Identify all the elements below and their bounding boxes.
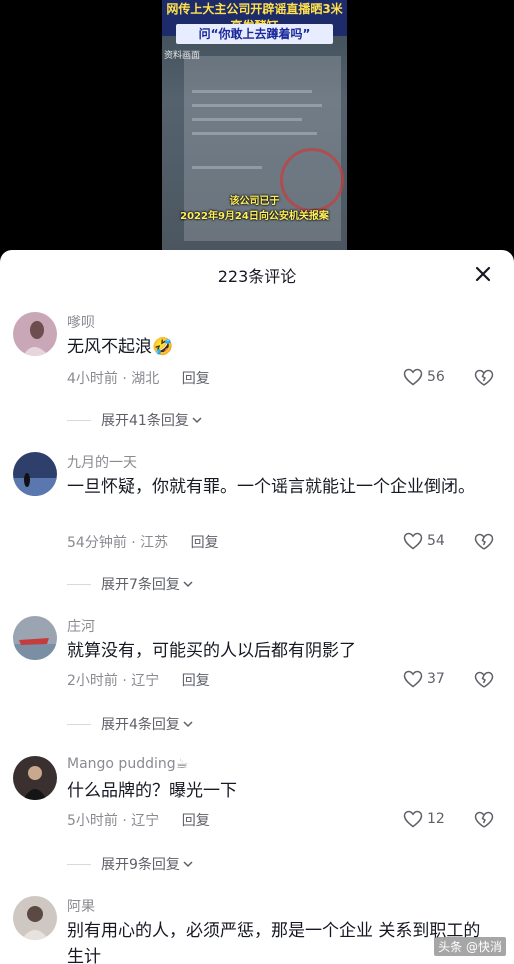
like-count: 37 [427,671,445,687]
reply-button[interactable]: 回复 [182,371,210,387]
expand-replies-button[interactable]: 展开9条回复 [67,854,194,874]
chevron-down-icon [192,417,202,424]
comment-username[interactable]: 阿果 [67,896,95,916]
video-player[interactable]: 网传上大主公司开辟谣直播晒3米高发酵缸 问“你敢上去蹲着吗” 资料画面 该公司已… [0,0,514,262]
comment-text: 一旦怀疑，你就有罪。一个谣言就能让一个企业倒闭。 [67,477,475,497]
doc-line [192,118,302,121]
expand-replies-button[interactable]: 展开7条回复 [67,574,194,594]
video-subtitle: 问“你敢上去蹲着吗” [176,24,333,44]
avatar[interactable] [13,896,57,940]
like-button[interactable]: 54 [403,530,445,552]
expand-label: 展开4条回复 [101,717,180,733]
comment-text: 就算没有，可能买的人以后都有阴影了 [67,641,356,661]
heart-icon [403,532,423,550]
reply-button[interactable]: 回复 [182,813,210,829]
doc-line [192,166,262,169]
comment-count-title: 223条评论 [217,267,297,286]
like-button[interactable]: 37 [403,668,445,690]
broken-heart-icon[interactable] [474,368,494,388]
comment-meta: 5小时前 · 辽宁 回复 [67,810,210,830]
chevron-down-icon [183,581,193,588]
comment-meta: 54分钟前 · 江苏 回复 [67,532,219,552]
expand-label: 展开41条回复 [101,413,189,429]
comment-username[interactable]: Mango pudding☕ [67,756,188,772]
avatar[interactable] [13,616,57,660]
heart-icon [403,670,423,688]
like-count: 12 [427,811,445,827]
expand-replies-button[interactable]: 展开4条回复 [67,714,194,734]
comment-time-location: 5小时前 · 辽宁 [67,813,160,829]
watermark: 头条 @快消 [434,937,506,956]
caption-line: 2022年9月24日向公安机关报案 [180,211,329,222]
comment-text: 什么品牌的？曝光一下 [67,781,237,801]
video-frame: 网传上大主公司开辟谣直播晒3米高发酵缸 问“你敢上去蹲着吗” 资料画面 该公司已… [162,0,347,250]
like-button[interactable]: 12 [403,808,445,830]
comment-time-location: 4小时前 · 湖北 [67,371,160,387]
video-caption: 该公司已于 2022年9月24日向公安机关报案 [162,194,347,224]
like-button[interactable]: 56 [403,366,445,388]
avatar[interactable] [13,452,57,496]
comment-time-location: 2小时前 · 辽宁 [67,673,160,689]
doc-line [192,132,317,135]
comment-text: 别有用心的人，必须严惩，那是一个企业 关系到职工的生计 [67,921,481,964]
comment-item: 庄河 就算没有，可能买的人以后都有阴影了 2小时前 · 辽宁 回复 37 展开4… [0,614,514,739]
divider [67,863,91,865]
doc-line [192,104,322,107]
broken-heart-icon[interactable] [474,670,494,690]
doc-label: 资料画面 [164,51,201,61]
broken-heart-icon[interactable] [474,532,494,552]
comment-meta: 4小时前 · 湖北 回复 [67,368,210,388]
comment-username[interactable]: 九月的一天 [67,452,137,472]
comment-item: 九月的一天 一旦怀疑，你就有罪。一个谣言就能让一个企业倒闭。 54分钟前 · 江… [0,450,514,600]
chevron-down-icon [183,861,193,868]
comment-meta: 2小时前 · 辽宁 回复 [67,670,210,690]
comment-item: Mango pudding☕ 什么品牌的？曝光一下 5小时前 · 辽宁 回复 1… [0,754,514,879]
divider [67,419,91,421]
broken-heart-icon[interactable] [474,810,494,830]
reply-button[interactable]: 回复 [191,535,219,551]
divider [67,583,91,585]
comment-time-location: 54分钟前 · 江苏 [67,535,169,551]
avatar[interactable] [13,756,57,800]
doc-line [192,90,312,93]
reply-button[interactable]: 回复 [182,673,210,689]
chevron-down-icon [183,721,193,728]
comment-item: 嗲呗 无风不起浪🤣 4小时前 · 湖北 回复 56 展开41条回复 [0,310,514,435]
close-icon[interactable] [472,263,494,285]
comments-sheet: 223条评论 嗲呗 无风不起浪🤣 4小时前 · 湖北 回复 56 展开41条回复 [0,250,514,964]
avatar[interactable] [13,312,57,356]
like-count: 56 [427,369,445,385]
expand-label: 展开9条回复 [101,857,180,873]
expand-replies-button[interactable]: 展开41条回复 [67,410,203,430]
comment-username[interactable]: 嗲呗 [67,312,95,332]
divider [67,723,91,725]
sheet-header: 223条评论 [0,250,514,298]
heart-icon [403,368,423,386]
heart-icon [403,810,423,828]
expand-label: 展开7条回复 [101,577,180,593]
comment-text: 无风不起浪🤣 [67,337,174,357]
caption-line: 该公司已于 [229,196,280,207]
like-count: 54 [427,533,445,549]
comment-username[interactable]: 庄河 [67,616,95,636]
